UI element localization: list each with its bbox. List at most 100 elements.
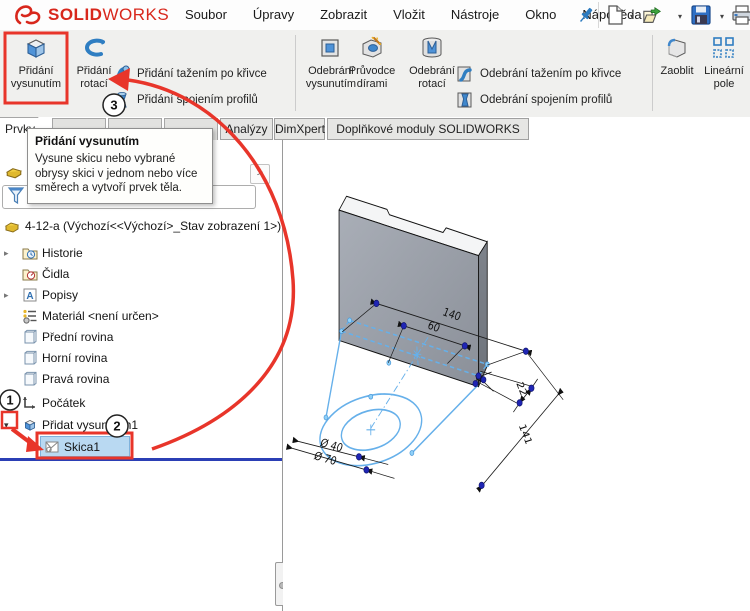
flyout-expand-button[interactable]: >	[250, 164, 270, 184]
tree-item-cidla[interactable]: Čidla	[0, 264, 281, 284]
annotations-folder-icon: A	[23, 288, 37, 302]
solidworks-logo: SOLIDWORKS	[14, 3, 169, 27]
swept-boss-button[interactable]: Přidání tažením po křivce	[112, 63, 267, 85]
cut-extrude-icon	[321, 39, 339, 57]
tree-item-label: Přední rovina	[42, 330, 114, 344]
new-dropdown-caret[interactable]: ▾	[630, 12, 634, 21]
fillet-button[interactable]: Zaoblit	[656, 34, 698, 78]
tab-doplnkove-moduly[interactable]: Doplňkové moduly SOLIDWORKS	[327, 118, 529, 140]
cut-revolve-button[interactable]: Odebrání rotací	[403, 34, 461, 91]
linear-pattern-icon	[713, 37, 734, 58]
revolve-boss-label: Přidání rotací	[76, 65, 112, 90]
solidworks-window: SOLIDWORKS Soubor Úpravy Zobrazit Vložit…	[0, 0, 750, 611]
boss-extrude-button[interactable]: Přidání vysunutím	[5, 34, 67, 91]
tree-item-label: Počátek	[42, 396, 86, 410]
filter-funnel-icon	[7, 187, 25, 205]
menu-soubor[interactable]: Soubor	[172, 0, 240, 30]
menubar-separator	[598, 2, 599, 28]
linear-pattern-button[interactable]: Lineární pole	[700, 34, 748, 91]
tree-root[interactable]: 4-12-a (Výchozí<<Výchozí>_Stav zobrazení…	[0, 216, 281, 236]
lofted-boss-button[interactable]: Přidání spojením profilů	[112, 89, 258, 111]
tree-item-skica1[interactable]: Skica1	[0, 436, 281, 457]
swept-cut-label: Odebrání tažením po křivce	[480, 68, 622, 80]
ribbon-separator-2	[652, 35, 653, 111]
hole-wizard-icon	[362, 36, 382, 58]
tree-item-label: Horní rovina	[42, 351, 108, 365]
ds-logo-icon	[15, 5, 41, 25]
featuremanager-panel: > 4-12-a (Výchozí<<Výchozí>_Stav zobraze…	[0, 140, 288, 611]
new-document-icon[interactable]	[604, 4, 626, 26]
swept-cut-button[interactable]: Odebrání tažením po křivce	[455, 63, 621, 85]
tree-item-label: Přidat vysunutím1	[42, 418, 139, 432]
sketch-icon	[45, 441, 59, 453]
hole-wizard-button[interactable]: Průvodce dírami	[344, 34, 400, 91]
menu-zobrazit[interactable]: Zobrazit	[307, 0, 380, 30]
sketch-center-cross	[366, 424, 376, 436]
hole-wizard-label: Průvodce dírami	[348, 65, 396, 90]
cut-revolve-icon	[422, 37, 442, 58]
tree-item-label: Historie	[42, 246, 83, 260]
dim-line-141	[476, 387, 564, 493]
boss-extrude-icon	[26, 39, 46, 58]
tree-item-historie[interactable]: ▸ Historie	[0, 243, 281, 263]
fillet-label: Zaoblit	[660, 65, 694, 77]
tree-item-material[interactable]: Materiál <není určen>	[0, 306, 281, 326]
tree-item-predni-rovina[interactable]: Přední rovina	[0, 327, 281, 347]
tree-item-popisy[interactable]: ▸ A Popisy	[0, 285, 281, 305]
sensors-folder-icon	[22, 269, 38, 281]
plane-icon	[24, 329, 37, 344]
plane-icon	[24, 371, 37, 386]
brand-text: SOLIDWORKS	[48, 5, 170, 24]
rollback-bar[interactable]	[0, 458, 282, 461]
graphics-viewport[interactable]: 140 60 Ø 40 Ø 70 141 22	[283, 140, 750, 611]
tree-item-label: Skica1	[64, 440, 101, 454]
part-icon	[5, 168, 23, 179]
print-icon[interactable]	[731, 4, 750, 26]
tree-item-pocatek[interactable]: Počátek	[0, 393, 281, 413]
fillet-icon	[667, 38, 686, 58]
tree-item-label: Pravá rovina	[42, 372, 110, 386]
swept-boss-label: Přidání tažením po křivce	[137, 68, 267, 80]
pin-menu-icon[interactable]	[576, 5, 596, 25]
boss-extrude-icon	[24, 419, 36, 431]
menu-upravy[interactable]: Úpravy	[240, 0, 307, 30]
sketch-midpoint-asterisk	[412, 348, 422, 360]
tree-root-label: 4-12-a (Výchozí<<Výchozí>_Stav zobrazení…	[25, 219, 282, 233]
tree-item-label: Materiál <není určen>	[42, 309, 159, 323]
save-icon[interactable]	[690, 4, 712, 26]
part-icon	[4, 222, 20, 233]
material-icon	[23, 309, 37, 324]
tab-dimxpert[interactable]: DimXpert	[274, 118, 325, 140]
revolve-boss-button[interactable]: Přidání rotací	[70, 34, 118, 91]
tree-item-label: Čidla	[42, 267, 70, 281]
tooltip-title: Přidání vysunutím	[35, 134, 140, 148]
open-dropdown-caret[interactable]: ▾	[678, 12, 682, 21]
lofted-boss-icon	[117, 92, 127, 108]
menu-vlozit[interactable]: Vložit	[380, 0, 438, 30]
open-icon[interactable]	[642, 4, 664, 26]
expander-collapsed-icon[interactable]: ▸	[4, 290, 9, 301]
tree-item-pridat-vysunutim1[interactable]: ▾ Přidat vysunutím1	[0, 415, 281, 435]
origin-icon	[23, 397, 35, 409]
menu-nastroje[interactable]: Nástroje	[438, 0, 512, 30]
tree-item-label: Popisy	[42, 288, 79, 302]
lofted-cut-label: Odebrání spojením profilů	[480, 94, 613, 106]
boss-extrude-label: Přidání vysunutím	[10, 65, 62, 90]
dim-thickness: 22	[514, 380, 529, 399]
lofted-cut-button[interactable]: Odebrání spojením profilů	[455, 89, 612, 111]
expander-collapsed-icon[interactable]: ▸	[4, 248, 9, 259]
menu-okno[interactable]: Okno	[512, 0, 569, 30]
expander-expanded-icon[interactable]: ▾	[4, 420, 9, 431]
history-folder-icon	[22, 248, 38, 260]
command-tooltip: Přidání vysunutím Vysune skicu nebo vybr…	[27, 128, 213, 205]
tree-item-horni-rovina[interactable]: Horní rovina	[0, 348, 281, 368]
tab-analyzy[interactable]: Analýzy	[220, 118, 273, 140]
save-dropdown-caret[interactable]: ▾	[720, 12, 724, 21]
tree-item-prava-rovina[interactable]: Pravá rovina	[0, 369, 281, 389]
swept-boss-icon	[112, 65, 130, 83]
tooltip-body: Vysune skicu nebo vybrané obrysy skici v…	[35, 153, 198, 195]
revolve-boss-icon	[85, 38, 105, 57]
lofted-cut-icon	[457, 92, 472, 108]
part-model[interactable]	[338, 195, 488, 388]
command-ribbon: Přidání vysunutím Přidání rotací Přidání…	[0, 30, 750, 138]
